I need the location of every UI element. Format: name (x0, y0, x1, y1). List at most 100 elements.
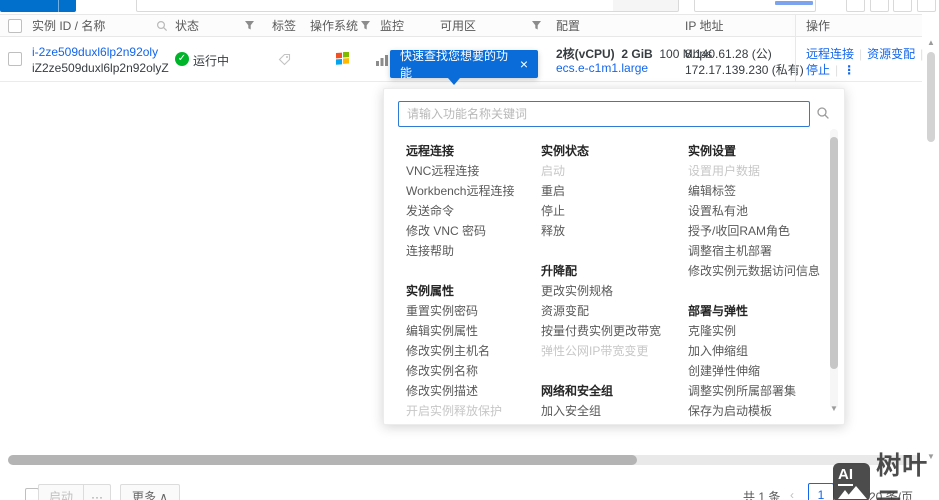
tooltip-arrow (448, 78, 460, 85)
quickfind-group: 远程连接 VNC远程连接 Workbench远程连接 发送命令 修改 VNC 密码 连接帮… (406, 141, 546, 261)
quickfind-item[interactable]: 加入安全组 (541, 401, 681, 421)
instance-type-link[interactable]: ecs.e-c1m1.large (556, 61, 648, 75)
column-header-zone[interactable]: 可用区 (440, 15, 476, 37)
column-header-status[interactable]: 状态 (175, 15, 199, 37)
quickfind-item[interactable]: 编辑实例属性 (406, 321, 546, 341)
horizontal-scrollbar[interactable] (8, 455, 920, 465)
quickfind-group: 实例状态 启动 重启 停止 释放 (541, 141, 681, 241)
watermark-logo-text: AI (838, 466, 853, 486)
quickfind-group-title: 远程连接 (406, 144, 455, 158)
column-header-monitor[interactable]: 监控 (380, 15, 404, 37)
total-count: 共 1 条 (743, 490, 781, 500)
quickfind-item[interactable]: 重启 (541, 181, 681, 201)
quickfind-column-2: 实例状态 启动 重启 停止 释放 升降配 更改实例规格 资源变配 按量付费实例更改带宽 弹性公网I… (541, 141, 681, 441)
quickfind-group-title: 实例属性 (406, 284, 455, 298)
quickfind-item[interactable]: 修改 VNC 密码 (406, 221, 546, 241)
resize-link[interactable]: 资源变配 (867, 47, 915, 61)
quickfind-item[interactable]: 修改实例描述 (406, 381, 546, 401)
quickfind-item[interactable]: 释放 (541, 221, 681, 241)
remote-connect-link[interactable]: 远程连接 (806, 47, 854, 61)
search-icon[interactable] (156, 20, 168, 32)
quickfind-scrollbar-thumb[interactable] (830, 137, 838, 369)
action-divider: | (835, 63, 839, 77)
instance-search-input[interactable] (136, 0, 614, 12)
fixed-column-divider (795, 14, 796, 82)
instance-id-link[interactable]: i-2ze509duxl6lp2n92oly (32, 45, 158, 59)
quickfind-item[interactable]: Workbench远程连接 (406, 181, 546, 201)
quickfind-item[interactable]: 保存为启动模板 (688, 401, 828, 421)
quickfind-item[interactable]: 调整实例所属部署集 (688, 381, 828, 401)
start-more-button[interactable]: ··· (83, 484, 111, 500)
create-instance-button[interactable] (0, 0, 76, 12)
search-button[interactable] (613, 0, 679, 12)
stop-link[interactable]: 停止 (806, 63, 830, 77)
horizontal-scrollbar-thumb[interactable] (8, 455, 637, 465)
quickfind-item[interactable]: 修改实例元数据访问信息 (688, 261, 828, 281)
quickfind-group: 网络和安全组加入安全组 (541, 381, 681, 421)
quickfind-item[interactable]: 发送命令 (406, 201, 546, 221)
more-actions-kebab-icon[interactable]: ⋮ (843, 63, 855, 77)
quickfind-item[interactable]: 编辑标签 (688, 181, 828, 201)
private-ip: 172.17.139.230 (私有) (685, 63, 804, 77)
create-instance-split-divider (58, 0, 59, 12)
search-icon[interactable] (816, 106, 830, 120)
quickfind-search-input[interactable] (398, 101, 810, 127)
watermark-ai-image-icon: AI (833, 462, 871, 500)
row-checkbox[interactable] (8, 52, 22, 66)
quickfind-item[interactable]: 重置实例密码 (406, 301, 546, 321)
column-header-ip[interactable]: IP 地址 (685, 15, 723, 37)
quickfind-item[interactable]: 授予/收回RAM角色 (688, 221, 828, 241)
quickfind-item: 开启实例释放保护 (406, 404, 503, 418)
column-header-actions[interactable]: 操作 (806, 15, 830, 37)
vertical-scrollbar[interactable]: ▲ ▼ (925, 38, 937, 462)
quickfind-item[interactable]: 克隆实例 (688, 321, 828, 341)
quickfind-column-3: 实例设置 设置用户数据 编辑标签 设置私有池 授予/收回RAM角色 调整宿主机部署 修改实例… (688, 141, 828, 441)
quickfind-item[interactable]: 加入伸缩组 (688, 341, 828, 361)
quickfind-panel: 远程连接 VNC远程连接Workbench远程连接发送命令修改 VNC 密码连接帮… (383, 88, 845, 425)
export-icon[interactable] (893, 0, 912, 12)
quickfind-item[interactable]: VNC远程连接 (406, 161, 546, 181)
refresh-icon[interactable] (846, 0, 865, 12)
quickfind-item[interactable]: 停止 (541, 201, 681, 221)
quickfind-item[interactable]: 调整宿主机部署 (688, 241, 828, 261)
watermark: AI 树叶云 (833, 446, 939, 500)
action-divider: | (920, 47, 924, 61)
quickfind-group: 实例属性重置实例密码 编辑实例属性 修改实例主机名 修改实例名称 修改实例描述开启实例释… (406, 281, 546, 421)
scroll-down-icon[interactable]: ▼ (829, 404, 839, 414)
settings-icon[interactable] (870, 0, 889, 12)
quickfind-item[interactable]: 创建弹性伸缩 (688, 361, 828, 381)
column-header-tags[interactable]: 标签 (272, 15, 296, 37)
row-actions-line1: 远程连接 | 资源变配 | (806, 45, 928, 62)
quickfind-item[interactable]: 修改实例主机名 (406, 341, 546, 361)
footer-select-all-checkbox[interactable] (25, 488, 39, 500)
quickfind-item[interactable]: 按量付费实例更改带宽 (541, 321, 681, 341)
monitor-chart-icon[interactable] (376, 54, 390, 66)
toolbar-link[interactable] (775, 1, 813, 5)
more-button[interactable]: 更多 ∧ (120, 484, 180, 500)
filter-icon[interactable] (531, 20, 542, 31)
start-button[interactable]: 启动 (38, 484, 84, 500)
quickfind-item: 弹性公网IP带宽变更 (541, 344, 649, 358)
fullscreen-icon[interactable] (917, 0, 936, 12)
quickfind-item[interactable]: 更改实例规格 (541, 281, 681, 301)
close-icon[interactable]: × (520, 57, 528, 71)
column-header-config[interactable]: 配置 (556, 15, 580, 37)
quickfind-group: 部署与弹性 克隆实例 加入伸缩组 创建弹性伸缩 调整实例所属部署集 保存为启动模板 (688, 301, 828, 421)
quickfind-item[interactable]: 修改实例名称 (406, 361, 546, 381)
quickfind-group-title: 网络和安全组 (541, 384, 614, 398)
tag-icon[interactable] (278, 53, 291, 66)
column-header-os[interactable]: 操作系统 (310, 15, 358, 37)
row-actions-line2: 停止 | ⋮ (806, 61, 855, 78)
vertical-scrollbar-thumb[interactable] (927, 52, 935, 142)
current-page-button[interactable]: 1 (808, 483, 834, 500)
filter-icon[interactable] (360, 20, 371, 31)
quickfind-item[interactable]: 资源变配 (541, 301, 681, 321)
quickfind-item[interactable]: 设置私有池 (688, 201, 828, 221)
prev-page-icon[interactable]: ‹ (790, 488, 794, 500)
filter-icon[interactable] (244, 20, 255, 31)
column-header-instance-id[interactable]: 实例 ID / 名称 (32, 15, 105, 37)
select-all-checkbox[interactable] (8, 19, 22, 33)
running-status-icon: ✓ (175, 52, 189, 66)
scroll-up-icon[interactable]: ▲ (925, 38, 937, 48)
quickfind-item[interactable]: 连接帮助 (406, 241, 546, 261)
